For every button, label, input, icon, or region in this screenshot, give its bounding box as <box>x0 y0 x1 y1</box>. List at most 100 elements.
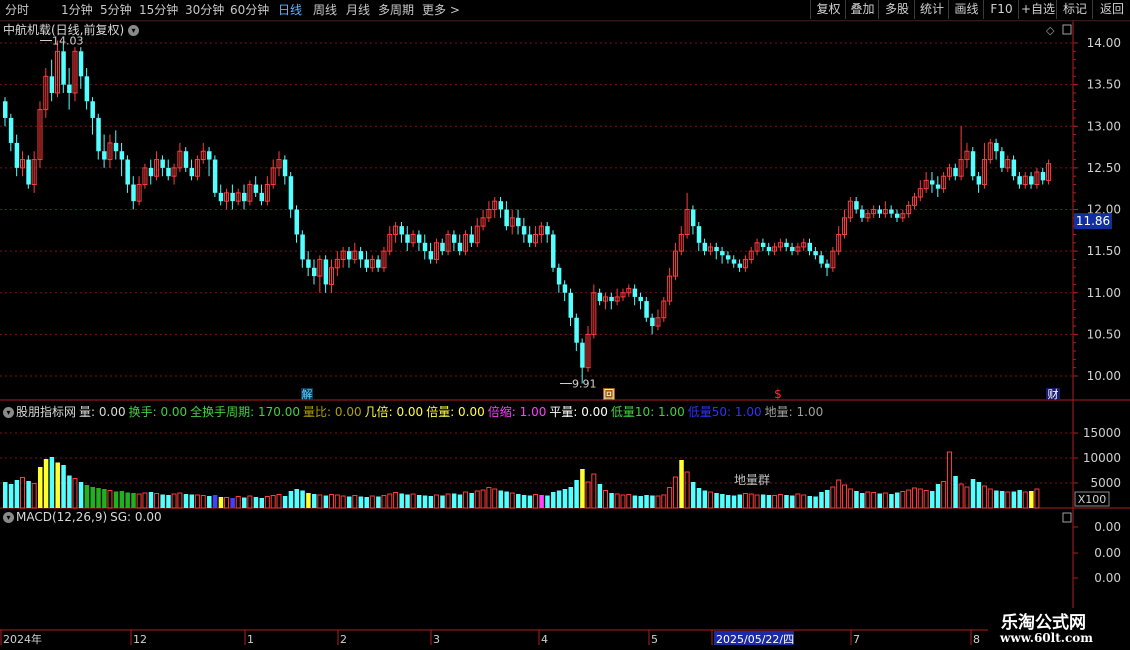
candle-body <box>189 167 195 177</box>
volume-bar <box>714 493 719 508</box>
volume-bar <box>638 496 643 508</box>
volume-bar <box>1017 490 1022 508</box>
volume-tick-label: 5000 <box>1090 476 1121 490</box>
volume-bar <box>166 495 171 508</box>
volume-bar <box>67 475 72 508</box>
volume-bar <box>142 492 148 509</box>
candle-body <box>731 259 737 264</box>
volume-bar <box>43 459 49 508</box>
volume-indicator-item: 量比: 0.00 <box>303 405 362 419</box>
candle-body <box>26 159 31 185</box>
volume-bar <box>620 494 626 509</box>
volume-bar <box>1034 488 1040 509</box>
volume-bar <box>860 493 865 508</box>
volume-bar <box>194 494 200 509</box>
candle-body <box>376 259 381 268</box>
volume-bar <box>533 494 539 509</box>
candle-body <box>1017 176 1022 185</box>
volume-indicator-item: 量: 0.00 <box>79 405 126 419</box>
volume-annotation: 地量群 <box>734 473 770 487</box>
price-tick-label: 11.50 <box>1087 244 1121 258</box>
date-cursor-label: 2025/05/22/四 <box>716 633 794 646</box>
chevron-down-icon[interactable]: ▾ <box>3 407 14 418</box>
volume-bar <box>655 495 661 509</box>
volume-bar <box>125 492 130 508</box>
candle-body <box>976 176 982 185</box>
volume-bar <box>428 496 434 508</box>
volume-bar <box>574 480 579 508</box>
volume-bar <box>498 490 504 508</box>
volume-bar <box>784 495 789 508</box>
candle-body <box>521 226 527 235</box>
candle-body <box>49 76 55 93</box>
volume-bar <box>463 491 469 509</box>
volume-bar <box>492 488 498 509</box>
volume-bar <box>707 491 713 509</box>
volume-bar <box>207 496 212 508</box>
volume-bar <box>282 496 288 508</box>
chevron-down-icon[interactable]: ▾ <box>3 512 14 523</box>
volume-bar <box>609 493 614 508</box>
volume-bar <box>661 494 667 509</box>
volume-indicator-item: 几倍: 0.00 <box>364 405 424 419</box>
volume-bar <box>632 495 638 508</box>
candle-body <box>416 234 422 243</box>
candle-body <box>953 167 958 177</box>
candle-body <box>877 209 882 214</box>
volume-bar <box>218 497 224 508</box>
candle-body <box>125 159 130 185</box>
volume-indicator-item: 倍量: 0.00 <box>426 405 485 419</box>
volume-bar <box>31 483 37 509</box>
volume-bar <box>836 479 842 509</box>
volume-bar <box>399 493 404 508</box>
candle-body <box>451 234 457 243</box>
candle-body <box>551 234 556 268</box>
volume-bar <box>113 491 119 508</box>
volume-indicator-name[interactable]: 股朋指标网 <box>16 405 76 419</box>
date-axis-label: 3 <box>433 633 440 646</box>
macd-title[interactable]: MACD(12,26,9) <box>16 510 107 524</box>
candle-body <box>242 192 247 202</box>
volume-bar <box>970 479 976 508</box>
candle-body <box>790 246 795 252</box>
candle-body <box>994 142 999 152</box>
volume-bar <box>1029 491 1034 508</box>
date-axis-label: 2024年 <box>3 632 42 646</box>
volume-bar <box>825 490 830 508</box>
volume-bar <box>672 476 678 509</box>
volume-bar <box>160 494 165 508</box>
candle-body <box>166 167 171 177</box>
candle-body <box>405 234 410 243</box>
price-tick-label: 14.00 <box>1087 36 1121 50</box>
volume-bar <box>189 494 195 508</box>
volume-bar <box>842 484 848 509</box>
volume-bar <box>410 493 416 509</box>
candle-body <box>999 151 1005 168</box>
volume-indicator-item: 换手: 0.00 <box>128 405 188 419</box>
candle-body <box>562 284 568 293</box>
price-tick-label: 13.50 <box>1087 78 1121 92</box>
volume-bar <box>37 467 43 508</box>
candle-body <box>696 226 702 243</box>
volume-bar <box>422 495 428 508</box>
volume-bar <box>953 476 958 508</box>
volume-bar <box>777 494 783 509</box>
volume-bar <box>102 489 107 508</box>
volume-bar <box>440 495 445 508</box>
volume-bar <box>26 481 31 508</box>
date-axis-label: 7 <box>853 633 860 646</box>
candle-body <box>422 242 428 252</box>
macd-tick-label: 0.00 <box>1094 520 1121 534</box>
volume-bar <box>183 494 189 508</box>
volume-bar <box>457 494 463 508</box>
candle-body <box>690 209 696 227</box>
volume-bar <box>136 493 142 509</box>
volume-bar <box>981 485 987 509</box>
volume-bar <box>358 496 364 508</box>
volume-bar <box>614 493 620 509</box>
volume-bar <box>474 490 480 509</box>
candle-body <box>469 234 474 243</box>
volume-bar <box>591 473 597 509</box>
volume-bar <box>976 482 982 508</box>
candle-body <box>218 192 224 202</box>
